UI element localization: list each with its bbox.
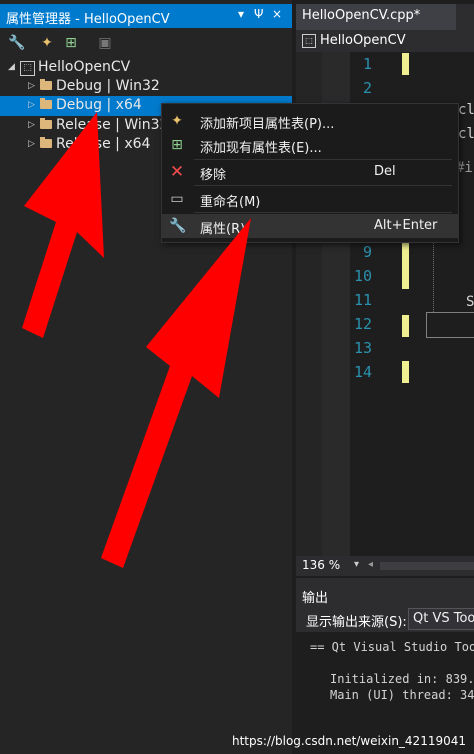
folder-icon bbox=[40, 79, 52, 90]
change-marker bbox=[402, 243, 409, 289]
code-fragment: cl bbox=[458, 102, 474, 118]
add-existing-property-sheet-icon: ⊞ bbox=[171, 137, 183, 153]
zoom-control[interactable]: 136 % ▾ ◂ bbox=[296, 556, 474, 576]
menu-item-shortcut: Del bbox=[374, 164, 396, 179]
add-existing-sheet-icon[interactable]: ⊞ bbox=[62, 34, 80, 52]
collapse-arrow-icon[interactable]: ▷ bbox=[28, 120, 35, 130]
menu-item-label: 添加现有属性表(E)... bbox=[200, 141, 322, 156]
change-marker bbox=[402, 53, 409, 75]
horizontal-scrollbar[interactable] bbox=[380, 562, 474, 570]
scroll-left-icon[interactable]: ◂ bbox=[368, 559, 373, 570]
line-number: 2 bbox=[362, 79, 372, 97]
zoom-level: 136 % bbox=[302, 558, 341, 572]
save-icon[interactable]: ▣ bbox=[96, 34, 114, 52]
code-fragment: S bbox=[466, 294, 474, 310]
folder-icon bbox=[40, 118, 52, 129]
folder-icon bbox=[40, 98, 52, 109]
output-line: Main (UI) thread: 346 bbox=[330, 688, 474, 702]
wrench-icon: 🔧 bbox=[169, 218, 187, 234]
line-number: 9 bbox=[362, 243, 372, 261]
editor-tab[interactable]: HelloOpenCV.cpp* bbox=[296, 4, 456, 30]
line-number: 11 bbox=[353, 291, 372, 309]
tree-project-label: HelloOpenCV bbox=[38, 59, 131, 75]
pin-icon[interactable]: Ψ bbox=[254, 7, 263, 21]
output-title: 输出 bbox=[302, 591, 329, 606]
expand-arrow-icon[interactable]: ◢ bbox=[8, 62, 15, 72]
menu-separator bbox=[194, 212, 452, 213]
tree-config-label: Release | Win32 bbox=[56, 117, 169, 133]
change-marker bbox=[402, 315, 409, 337]
new-sheet-icon[interactable]: ✦ bbox=[38, 34, 56, 52]
change-marker bbox=[402, 361, 409, 383]
line-number: 14 bbox=[353, 363, 372, 381]
menu-item-add-existing-property-sheet[interactable]: ⊞ 添加现有属性表(E)... bbox=[162, 133, 458, 157]
project-icon: ⬚ bbox=[302, 34, 316, 48]
line-number: 10 bbox=[353, 267, 372, 285]
output-source-select[interactable]: Qt VS Too bbox=[408, 608, 474, 630]
menu-separator bbox=[194, 185, 452, 186]
menu-item-rename[interactable]: ▭ 重命名(M) bbox=[162, 187, 458, 211]
menu-item-label: 移除 bbox=[200, 168, 227, 183]
remove-icon: ✕ bbox=[169, 162, 185, 182]
property-manager-titlebar: 属性管理器 - HelloOpenCV ▾ Ψ × bbox=[0, 4, 292, 28]
breadcrumb[interactable]: ⬚ HelloOpenCV bbox=[296, 30, 474, 52]
tree-project[interactable]: ◢ ⬚ HelloOpenCV bbox=[0, 58, 292, 78]
menu-item-label: 属性(R) bbox=[200, 222, 246, 237]
output-source-label: 显示输出来源(S): bbox=[306, 615, 407, 630]
tree-config-label: Debug | Win32 bbox=[56, 78, 160, 94]
menu-item-remove[interactable]: ✕ 移除 Del bbox=[162, 160, 458, 184]
context-menu: ✦ 添加新项目属性表(P)... ⊞ 添加现有属性表(E)... ✕ 移除 De… bbox=[161, 103, 459, 243]
tree-config-label: Debug | x64 bbox=[56, 97, 142, 113]
editor-tab-label: HelloOpenCV.cpp* bbox=[302, 8, 421, 23]
new-property-sheet-icon: ✦ bbox=[171, 113, 183, 129]
collapse-arrow-icon[interactable]: ▷ bbox=[28, 100, 35, 110]
project-icon: ⬚ bbox=[20, 61, 35, 76]
line-number: 13 bbox=[353, 339, 372, 357]
chevron-down-icon[interactable]: ▾ bbox=[354, 559, 359, 570]
collapse-arrow-icon[interactable]: ▷ bbox=[28, 81, 35, 91]
menu-item-shortcut: Alt+Enter bbox=[374, 218, 438, 233]
dropdown-icon[interactable]: ▾ bbox=[238, 7, 244, 21]
close-icon[interactable]: × bbox=[272, 7, 282, 21]
output-line: == Qt Visual Studio Tool bbox=[310, 640, 474, 654]
output-panel-titlebar: 输出 bbox=[296, 584, 474, 606]
rename-icon: ▭ bbox=[170, 191, 184, 207]
output-source-bar: 显示输出来源(S): Qt VS Too bbox=[296, 606, 474, 632]
menu-item-label: 重命名(M) bbox=[200, 195, 261, 210]
collapse-arrow-icon[interactable]: ▷ bbox=[28, 139, 35, 149]
output-source-value: Qt VS Too bbox=[413, 611, 474, 626]
menu-item-add-new-property-sheet[interactable]: ✦ 添加新项目属性表(P)... bbox=[162, 109, 458, 133]
line-number: 1 bbox=[362, 55, 372, 73]
code-fold-box bbox=[426, 312, 474, 338]
breadcrumb-label: HelloOpenCV bbox=[320, 33, 406, 48]
watermark: https://blog.csdn.net/weixin_42119041 bbox=[231, 734, 466, 748]
tree-config-debug-win32[interactable]: ▷ Debug | Win32 bbox=[0, 77, 292, 97]
folder-icon bbox=[40, 137, 52, 148]
menu-item-label: 添加新项目属性表(P)... bbox=[200, 117, 335, 132]
line-number: 12 bbox=[353, 315, 372, 333]
property-manager-toolbar: 🔧 ✦ ⊞ ▣ bbox=[0, 30, 292, 56]
wrench-icon[interactable]: 🔧 bbox=[8, 34, 26, 52]
tree-config-label: Release | x64 bbox=[56, 136, 151, 152]
menu-item-properties[interactable]: 🔧 属性(R) Alt+Enter bbox=[162, 214, 458, 238]
output-line: Initialized in: 839.6 bbox=[330, 672, 474, 686]
property-manager-title: 属性管理器 - HelloOpenCV bbox=[6, 12, 170, 27]
code-fragment: cl bbox=[458, 126, 474, 142]
